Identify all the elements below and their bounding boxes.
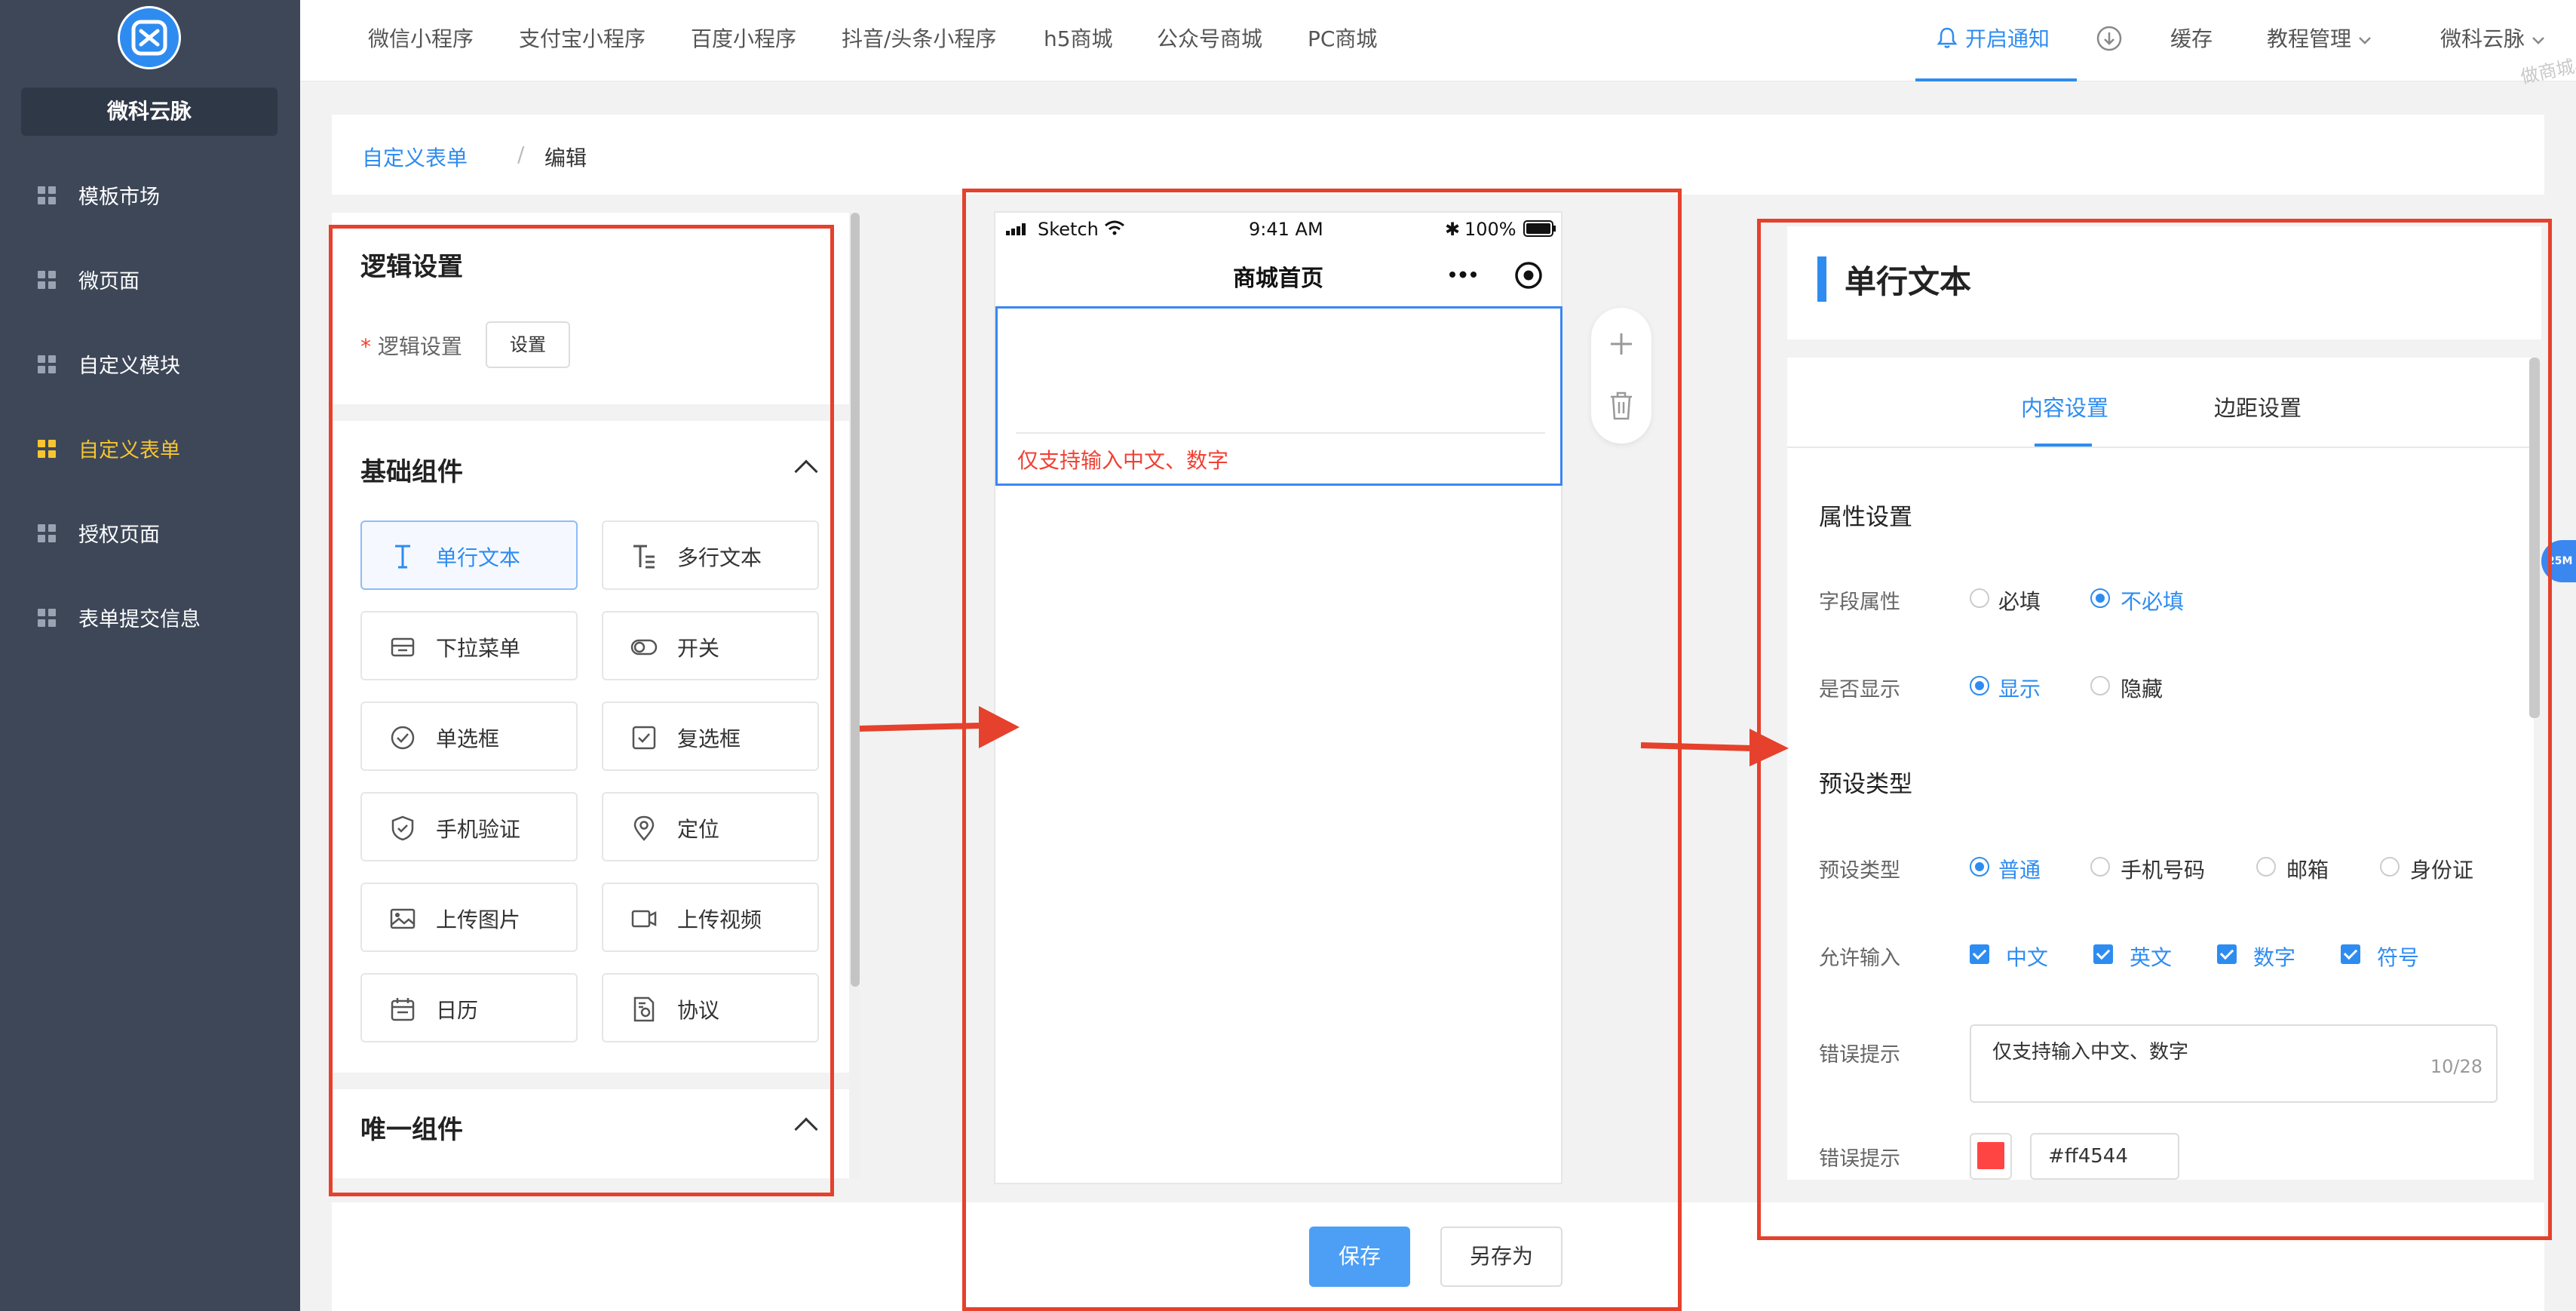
annotation-box-settings — [1757, 219, 2552, 1240]
sidebar-item-template-market[interactable]: 模板市场 — [0, 168, 300, 221]
notify-label: 开启通知 — [1965, 26, 2050, 51]
grid-icon — [38, 355, 56, 373]
brand-logo-icon — [118, 6, 181, 69]
user-name: 微科云脉 — [2440, 26, 2525, 51]
breadcrumb-parent-link[interactable]: 自定义表单 — [362, 142, 468, 172]
grid-icon — [38, 271, 56, 289]
grid-icon — [38, 524, 56, 542]
sidebar-item-label: 自定义模块 — [78, 354, 180, 378]
annotation-box-preview — [962, 189, 1682, 1311]
breadcrumb-separator: / — [517, 142, 525, 167]
sidebar-item-label: 微页面 — [78, 269, 140, 293]
nav-h5-mall[interactable]: h5商城 — [1044, 23, 1113, 53]
chevron-down-icon — [2359, 37, 2371, 45]
grid-icon — [38, 609, 56, 627]
component-panel-scrollbar[interactable] — [851, 213, 860, 987]
brand-name: 微科云脉 — [21, 88, 278, 136]
sidebar-item-auth-page[interactable]: 授权页面 — [0, 506, 300, 559]
tutorial-label: 教程管理 — [2267, 26, 2352, 51]
sidebar-item-custom-module[interactable]: 自定义模块 — [0, 337, 300, 390]
nav-official-account-mall[interactable]: 公众号商城 — [1157, 23, 1262, 53]
app-root: 微科云脉 模板市场 微页面 自定义模块 自定义表单 授权页面 表单提交信息 微信… — [0, 0, 2576, 1311]
sidebar-item-label: 表单提交信息 — [78, 607, 201, 631]
active-nav-underline — [1915, 78, 2077, 81]
nav-pc-mall[interactable]: PC商城 — [1308, 23, 1377, 53]
annotation-box-components — [329, 225, 834, 1196]
sidebar: 微科云脉 模板市场 微页面 自定义模块 自定义表单 授权页面 表单提交信息 — [0, 0, 300, 1311]
user-menu[interactable]: 微科云脉 — [2440, 23, 2546, 53]
top-nav: 微信小程序 支付宝小程序 百度小程序 抖音/头条小程序 h5商城 公众号商城 P… — [300, 0, 2576, 88]
nav-wechat-miniprogram[interactable]: 微信小程序 — [368, 23, 474, 53]
nav-baidu-miniprogram[interactable]: 百度小程序 — [691, 23, 796, 53]
arrow-right-icon — [1640, 729, 1789, 766]
sidebar-item-label: 授权页面 — [78, 523, 160, 547]
sidebar-item-micro-page[interactable]: 微页面 — [0, 253, 300, 305]
bell-icon — [1937, 27, 1958, 48]
cache-link[interactable]: 缓存 — [2170, 23, 2213, 53]
sidebar-item-label: 自定义表单 — [78, 438, 180, 462]
grid-icon — [38, 186, 56, 204]
sidebar-item-custom-form[interactable]: 自定义表单 — [0, 422, 300, 474]
arrow-right-icon — [859, 706, 1020, 748]
sidebar-item-form-submissions[interactable]: 表单提交信息 — [0, 591, 300, 643]
tutorial-menu[interactable]: 教程管理 — [2267, 23, 2372, 53]
grid-icon — [38, 440, 56, 458]
sidebar-item-label: 模板市场 — [78, 185, 160, 209]
nav-alipay-miniprogram[interactable]: 支付宝小程序 — [519, 23, 646, 53]
notify-toggle[interactable]: 开启通知 — [1937, 23, 2050, 53]
breadcrumb-current: 编辑 — [544, 146, 587, 170]
nav-douyin-miniprogram[interactable]: 抖音/头条小程序 — [842, 23, 996, 53]
chevron-down-icon — [2532, 37, 2544, 45]
download-circle-icon[interactable] — [2096, 26, 2122, 51]
breadcrumb: 自定义表单 / 编辑 — [332, 115, 2544, 195]
